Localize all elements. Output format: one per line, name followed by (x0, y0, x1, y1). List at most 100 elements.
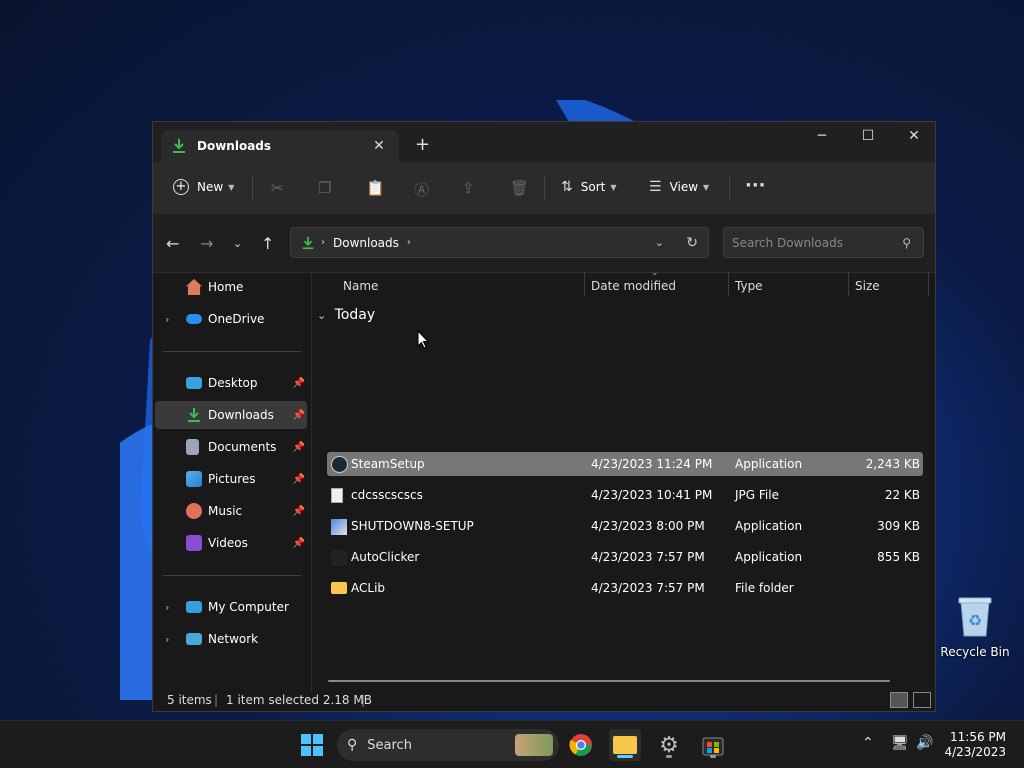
sidebar-item-pictures[interactable]: Pictures 📌 (155, 465, 307, 493)
recycle-bin[interactable]: ♻ Recycle Bin (938, 594, 1012, 659)
installer-icon (331, 519, 347, 535)
clock-date: 4/23/2023 (944, 745, 1006, 759)
minimize-button[interactable]: ─ (799, 122, 845, 150)
file-size: 309 KB (877, 519, 920, 533)
start-button[interactable] (296, 729, 328, 761)
pin-icon: 📌 (292, 377, 305, 389)
file-row-autoclicker[interactable]: AutoClicker 4/23/2023 7:57 PM Applicatio… (327, 545, 923, 569)
tab-downloads[interactable]: Downloads ✕ (161, 130, 399, 162)
file-row-shutdown8-setup[interactable]: SHUTDOWN8-SETUP 4/23/2023 8:00 PM Applic… (327, 514, 923, 538)
pane-splitter[interactable] (311, 272, 312, 692)
column-header-date[interactable]: Date modified (591, 275, 676, 301)
file-type: Application (735, 519, 803, 533)
search-icon: ⚲ (347, 737, 358, 753)
file-size: 22 KB (884, 488, 920, 502)
paste-icon[interactable]: 📋 (366, 179, 385, 197)
search-placeholder: Search Downloads (732, 235, 843, 250)
new-tab-button[interactable]: + (415, 134, 430, 155)
chevron-right-icon[interactable]: › (165, 633, 169, 646)
column-header-name[interactable]: Name (343, 275, 378, 301)
address-row: ← → ⌄ ↑ › Downloads › ⌄ ↻ Search Downloa… (153, 214, 935, 273)
clock[interactable]: 11:56 PM 4/23/2023 (944, 730, 1006, 760)
recent-locations-chevron-icon[interactable]: ⌄ (233, 237, 242, 250)
chevron-right-icon[interactable]: › (165, 601, 169, 614)
share-icon[interactable]: ⇪ (462, 179, 475, 197)
chevron-right-icon[interactable]: › (165, 313, 169, 326)
maximize-button[interactable]: ☐ (845, 122, 891, 150)
recycle-bin-label: Recycle Bin (940, 645, 1010, 659)
file-type: JPG File (735, 488, 779, 502)
status-item-count: 5 items (167, 693, 212, 707)
video-icon (186, 535, 202, 551)
sort-button[interactable]: ⇅ Sort ▼ (561, 179, 617, 195)
file-name: SHUTDOWN8-SETUP (351, 519, 474, 533)
running-indicator (666, 755, 672, 758)
column-separator[interactable] (848, 272, 849, 296)
sidebar-item-desktop[interactable]: Desktop 📌 (155, 369, 307, 397)
taskbar-settings[interactable]: ⚙ (653, 729, 685, 761)
new-button[interactable]: + New ▼ (173, 179, 234, 195)
taskbar-file-explorer[interactable] (609, 729, 641, 761)
refresh-icon[interactable]: ↻ (686, 235, 698, 251)
column-header-size[interactable]: Size (855, 275, 880, 301)
sidebar-item-my-computer[interactable]: › My Computer (155, 593, 307, 621)
taskbar: ⚲ Search ⚙ ⌃ 🖥 🔊 11:56 PM 4/23/2023 (0, 720, 1024, 768)
file-row-aclib[interactable]: ACLib 4/23/2023 7:57 PM File folder (327, 576, 923, 600)
close-button[interactable]: ✕ (891, 122, 935, 150)
file-list: Name ⌄ Date modified Type Size ⌄ Today S… (313, 268, 935, 682)
forward-arrow-icon[interactable]: → (200, 234, 213, 253)
column-separator[interactable] (928, 272, 929, 296)
document-icon (186, 439, 199, 455)
pin-icon: 📌 (292, 441, 305, 453)
sidebar-item-music[interactable]: Music 📌 (155, 497, 307, 525)
cut-icon[interactable]: ✂ (271, 179, 284, 197)
delete-icon[interactable]: 🗑 (510, 179, 529, 197)
file-explorer-window: Downloads ✕ + ─ ☐ ✕ + New ▼ ✂ ❐ 📋 Ⓐ ⇪ 🗑 … (152, 121, 936, 712)
copy-icon[interactable]: ❐ (318, 179, 331, 197)
address-bar[interactable]: › Downloads › ⌄ ↻ (290, 227, 709, 258)
column-separator[interactable] (728, 272, 729, 296)
network-status-icon[interactable]: 🖥 (891, 735, 909, 751)
details-view-toggle[interactable] (890, 692, 908, 708)
sidebar-item-downloads[interactable]: Downloads 📌 (155, 401, 307, 429)
volume-icon[interactable]: 🔊 (916, 735, 933, 751)
back-arrow-icon[interactable]: ← (166, 234, 179, 253)
group-header-today[interactable]: ⌄ Today (317, 307, 375, 323)
file-name: SteamSetup (351, 457, 425, 471)
view-button[interactable]: ☰ View ▼ (649, 179, 709, 195)
more-options-button[interactable]: ··· (745, 175, 766, 196)
taskbar-store[interactable] (697, 729, 729, 761)
breadcrumb-separator-icon: › (406, 237, 411, 248)
file-row-steamsetup[interactable]: SteamSetup 4/23/2023 11:24 PM Applicatio… (327, 452, 923, 476)
column-separator[interactable] (584, 272, 585, 296)
up-arrow-icon[interactable]: ↑ (261, 234, 274, 253)
file-row-cdcsscscscs[interactable]: cdcsscscscs 4/23/2023 10:41 PM JPG File … (327, 483, 923, 507)
address-history-chevron-icon[interactable]: ⌄ (655, 236, 664, 249)
taskbar-search[interactable]: ⚲ Search (337, 729, 559, 761)
sidebar-item-documents[interactable]: Documents 📌 (155, 433, 307, 461)
sidebar-item-label: Desktop (208, 376, 258, 390)
tab-close-button[interactable]: ✕ (369, 138, 389, 154)
status-divider: | (214, 693, 219, 707)
rename-icon[interactable]: Ⓐ (414, 179, 429, 200)
desktop-icon (186, 377, 202, 389)
mouse-cursor-icon (417, 330, 429, 349)
show-hidden-icons-chevron-icon[interactable]: ⌃ (862, 735, 874, 751)
sidebar-item-network[interactable]: › Network (155, 625, 307, 653)
group-label: Today (334, 307, 376, 323)
pin-icon: 📌 (292, 505, 305, 517)
breadcrumb-downloads[interactable]: Downloads (333, 236, 399, 250)
file-date: 4/23/2023 10:41 PM (591, 488, 713, 502)
sidebar-item-home[interactable]: Home (155, 273, 307, 301)
taskbar-chrome[interactable] (565, 729, 597, 761)
tiles-view-toggle[interactable] (913, 692, 931, 708)
horizontal-scrollbar[interactable] (328, 680, 890, 682)
sidebar-item-videos[interactable]: Videos 📌 (155, 529, 307, 557)
file-type: Application (735, 457, 803, 471)
view-button-label: View (669, 180, 699, 194)
sidebar-item-onedrive[interactable]: › OneDrive (155, 305, 307, 333)
search-input[interactable]: Search Downloads ⚲ (723, 227, 924, 258)
file-size: 2,243 KB (865, 457, 920, 471)
column-header-type[interactable]: Type (735, 275, 763, 301)
cloud-icon (186, 314, 202, 324)
